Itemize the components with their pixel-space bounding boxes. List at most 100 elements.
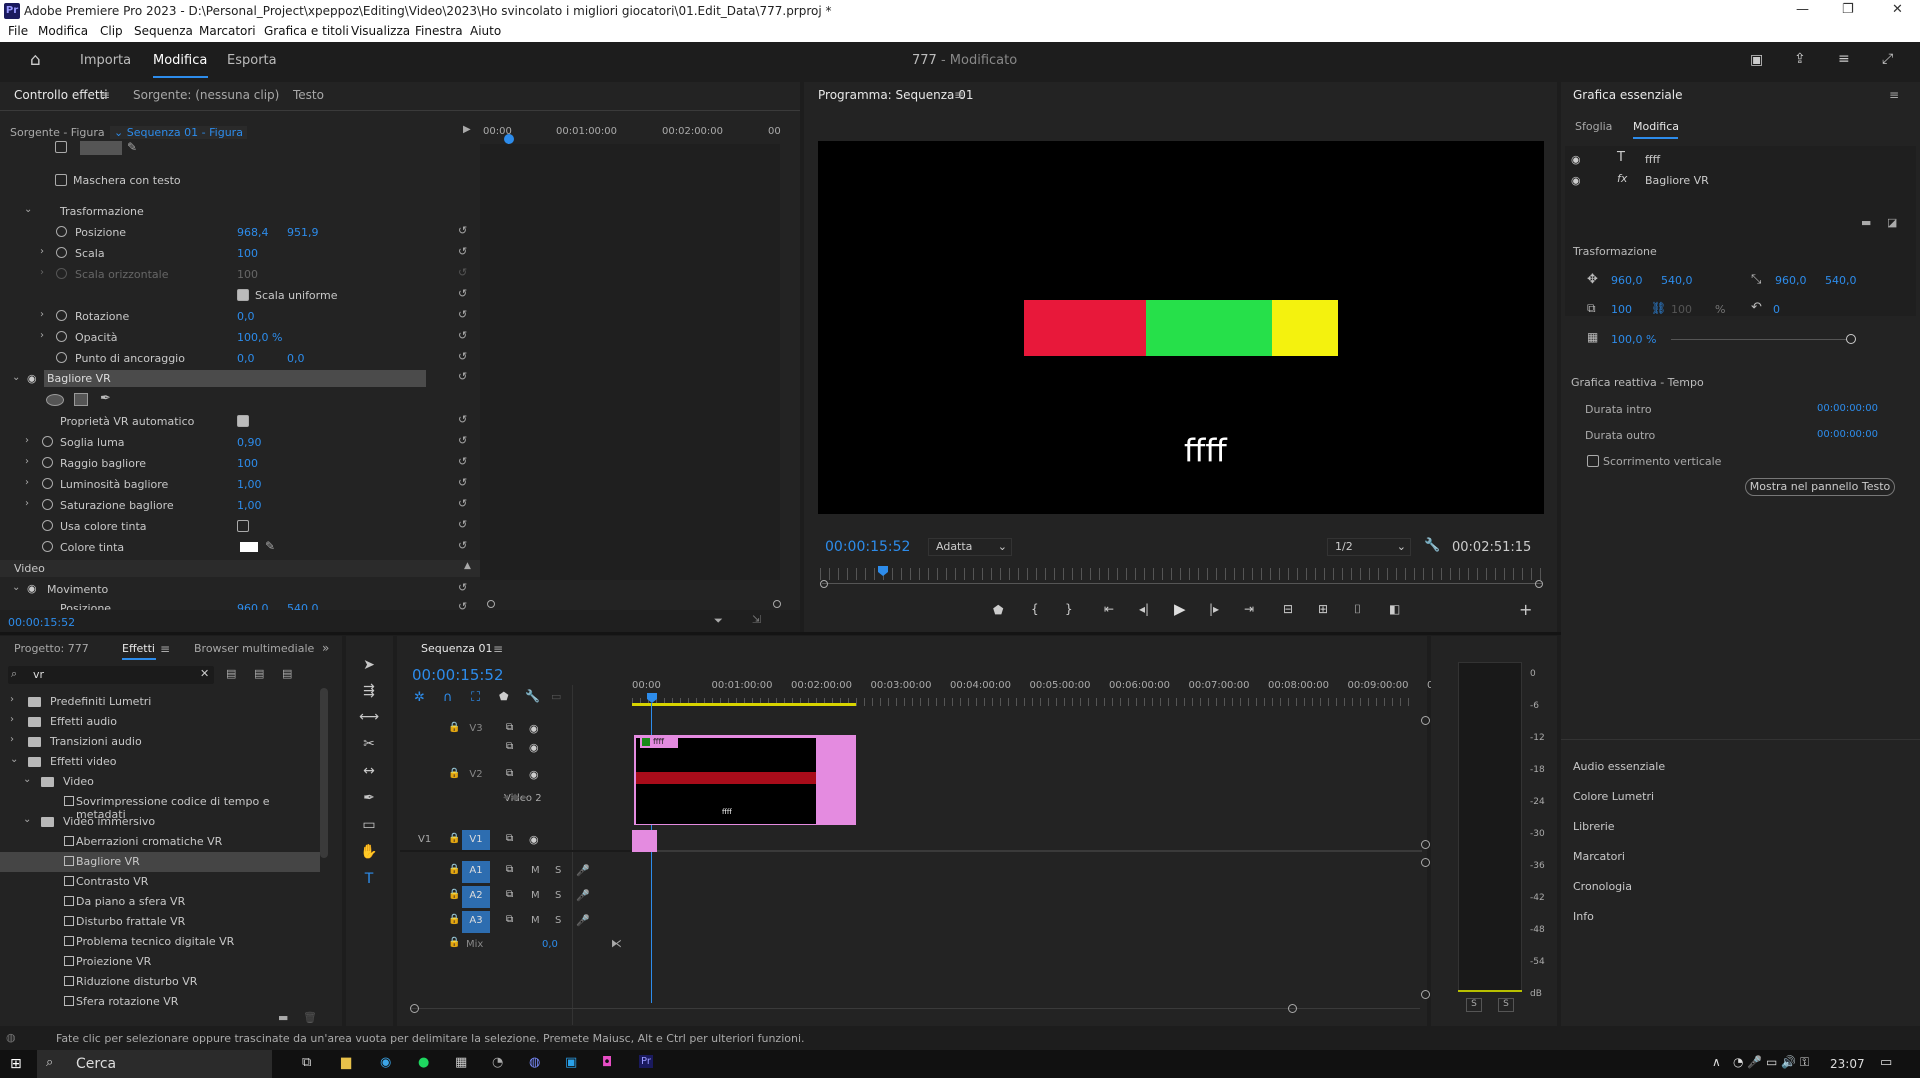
filter-icon[interactable]: ⏷ bbox=[714, 614, 723, 628]
effects-tree-item[interactable]: Sovrimpressione codice di tempo e metada… bbox=[0, 792, 320, 821]
stopwatch-icon[interactable] bbox=[56, 310, 67, 321]
reset-icon[interactable]: ↺ bbox=[458, 224, 467, 237]
store-icon[interactable]: ▣ bbox=[565, 1055, 577, 1070]
menu-sequenza[interactable]: Sequenza bbox=[134, 24, 193, 38]
eyedropper-icon[interactable]: ✎ bbox=[127, 140, 137, 154]
link-icon[interactable]: ⛓ bbox=[1651, 301, 1666, 315]
tab-sorgente[interactable]: Sorgente: (nessuna clip) bbox=[133, 88, 279, 102]
menu-marcatori[interactable]: Marcatori bbox=[199, 24, 256, 38]
sync-lock-icon[interactable]: ⧉ bbox=[506, 864, 513, 875]
eg-anchor-y[interactable]: 540,0 bbox=[1825, 274, 1857, 287]
windows-start-icon[interactable]: ⊞ bbox=[10, 1056, 22, 1072]
effects-tree-item[interactable]: ⌄ Effetti video bbox=[0, 752, 320, 772]
effects-tree-item[interactable]: Problema tecnico digitale VR bbox=[0, 932, 320, 952]
panel-menu-icon[interactable]: ≡ bbox=[100, 88, 110, 102]
v-zoom-handle[interactable] bbox=[1421, 716, 1430, 725]
timeline-settings-icon[interactable]: 🔧 bbox=[525, 689, 540, 703]
shape-swatch[interactable] bbox=[80, 141, 122, 155]
effects-tree-item[interactable]: Disturbo frattale VR bbox=[0, 912, 320, 932]
reset-icon[interactable]: ↺ bbox=[458, 581, 467, 594]
mark-out-icon[interactable]: } bbox=[1065, 602, 1073, 616]
zoom-end-handle[interactable] bbox=[773, 600, 781, 608]
movement-pos-y[interactable]: 540,0 bbox=[287, 602, 319, 610]
search-value[interactable]: vr bbox=[33, 668, 44, 681]
mic-icon[interactable]: 🎤 bbox=[576, 914, 590, 927]
chevron-right-icon[interactable]: › bbox=[25, 477, 29, 488]
effects-tree-item[interactable]: Riduzione disturbo VR bbox=[0, 972, 320, 992]
solo-button[interactable]: S bbox=[555, 865, 561, 876]
explorer-icon[interactable]: ▆ bbox=[341, 1055, 351, 1070]
sync-lock-icon[interactable]: ⧉ bbox=[506, 914, 513, 925]
reset-icon[interactable]: ↺ bbox=[458, 370, 467, 383]
selection-tool-icon[interactable]: ➤ bbox=[358, 654, 380, 676]
menu-grafica[interactable]: Grafica e titoli bbox=[264, 24, 349, 38]
h-scroll-end[interactable] bbox=[1288, 1004, 1297, 1013]
source-label[interactable]: Sorgente - Figura bbox=[10, 126, 105, 139]
track-header[interactable]: 🔒 A3 ⧉ M S 🎤 bbox=[400, 911, 632, 933]
tint-color-swatch[interactable] bbox=[240, 542, 258, 552]
effects-tree-item[interactable]: › Effetti audio bbox=[0, 712, 320, 732]
panel-audio-essenziale[interactable]: Audio essenziale bbox=[1573, 760, 1665, 773]
eye-icon[interactable]: ◉ bbox=[529, 833, 539, 846]
eg-anchor-x[interactable]: 960,0 bbox=[1775, 274, 1807, 287]
essential-graphics-title[interactable]: Grafica essenziale bbox=[1573, 88, 1683, 102]
panel-marcatori[interactable]: Marcatori bbox=[1573, 850, 1625, 863]
opacita-value[interactable]: 100,0 % bbox=[237, 331, 282, 344]
opacity-slider-thumb[interactable] bbox=[1846, 334, 1856, 344]
quality-dropdown[interactable]: 1/2 ⌄ bbox=[1327, 538, 1411, 556]
export-icon[interactable]: ⇲ bbox=[752, 613, 761, 626]
menu-clip[interactable]: Clip bbox=[100, 24, 123, 38]
new-folder-icon[interactable]: ▬ bbox=[278, 1011, 288, 1024]
step-forward-icon[interactable]: |▸ bbox=[1209, 602, 1219, 616]
notifications-icon[interactable]: ▭ bbox=[1880, 1055, 1892, 1070]
more-panels-icon[interactable]: » bbox=[322, 641, 329, 655]
mark-in-icon[interactable]: { bbox=[1031, 602, 1039, 616]
slip-icon[interactable]: ↔ bbox=[358, 760, 380, 782]
tab-testo[interactable]: Testo bbox=[293, 88, 324, 102]
layer-ffff[interactable]: ffff bbox=[1645, 153, 1660, 166]
raggio-bagliore-value[interactable]: 100 bbox=[237, 457, 258, 470]
stopwatch-icon[interactable] bbox=[56, 226, 67, 237]
reset-icon[interactable]: ↺ bbox=[458, 308, 467, 321]
yuv-icon[interactable]: ▤ bbox=[282, 667, 292, 680]
tab-effetti[interactable]: Effetti bbox=[122, 642, 155, 655]
panel-menu-icon[interactable]: ≡ bbox=[493, 642, 503, 656]
spotify-icon[interactable]: ● bbox=[418, 1055, 429, 1070]
reset-icon[interactable]: ↺ bbox=[458, 434, 467, 447]
timeline-timecode[interactable]: 00:00:15:52 bbox=[412, 666, 504, 684]
effects-tree-item[interactable]: Sfera rotazione VR bbox=[0, 992, 320, 1012]
sync-lock-icon[interactable]: ⧉ bbox=[506, 741, 513, 752]
saturazione-bagliore-value[interactable]: 1,00 bbox=[237, 499, 262, 512]
h-scrollbar-track[interactable] bbox=[410, 1008, 1420, 1009]
track-target[interactable]: A1 bbox=[462, 861, 490, 883]
type-tool-icon[interactable]: T bbox=[358, 868, 380, 890]
reset-icon[interactable]: ↺ bbox=[458, 245, 467, 258]
reset-icon[interactable]: ↺ bbox=[458, 329, 467, 342]
app-icon[interactable]: ◔ bbox=[492, 1055, 503, 1070]
timeline-ruler[interactable]: 00:00 00:01:00:00 00:02:00:00 00:03:00:00 00… bbox=[632, 676, 1449, 696]
ec-keyframe-area[interactable] bbox=[480, 144, 780, 580]
posizione-y[interactable]: 951,9 bbox=[287, 226, 319, 239]
lock-icon[interactable]: 🔒 bbox=[448, 864, 460, 875]
reset-icon[interactable]: ↺ bbox=[458, 476, 467, 489]
scala-uniforme-checkbox[interactable] bbox=[237, 289, 249, 301]
chevron-down-icon[interactable]: ⌄ bbox=[23, 774, 31, 785]
chevron-down-icon[interactable]: ⌄ bbox=[10, 754, 18, 765]
effects-tree-item[interactable]: ⌄ Video bbox=[0, 772, 320, 792]
panel-info[interactable]: Info bbox=[1573, 910, 1594, 923]
rotazione-value[interactable]: 0,0 bbox=[237, 310, 255, 323]
opacity-slider-track[interactable] bbox=[1671, 339, 1847, 340]
eye-icon[interactable]: ◉ bbox=[27, 372, 37, 385]
chevron-right-icon[interactable]: › bbox=[25, 435, 29, 446]
tab-eg-modifica[interactable]: Modifica bbox=[1633, 120, 1679, 133]
chevron-right-icon[interactable]: › bbox=[10, 734, 14, 745]
eg-pos-x[interactable]: 960,0 bbox=[1611, 274, 1643, 287]
track-target[interactable]: V3 bbox=[462, 719, 490, 741]
eye-icon[interactable]: ◉ bbox=[1571, 174, 1581, 187]
program-title[interactable]: Programma: Sequenza 01 bbox=[818, 88, 973, 102]
sync-lock-icon[interactable]: ⧉ bbox=[506, 833, 513, 844]
movement-pos-x[interactable]: 960,0 bbox=[237, 602, 269, 610]
solo-button[interactable]: S bbox=[555, 890, 561, 901]
program-zoom-bar[interactable] bbox=[822, 583, 1542, 584]
marker-icon[interactable]: ⬟ bbox=[993, 603, 1003, 617]
